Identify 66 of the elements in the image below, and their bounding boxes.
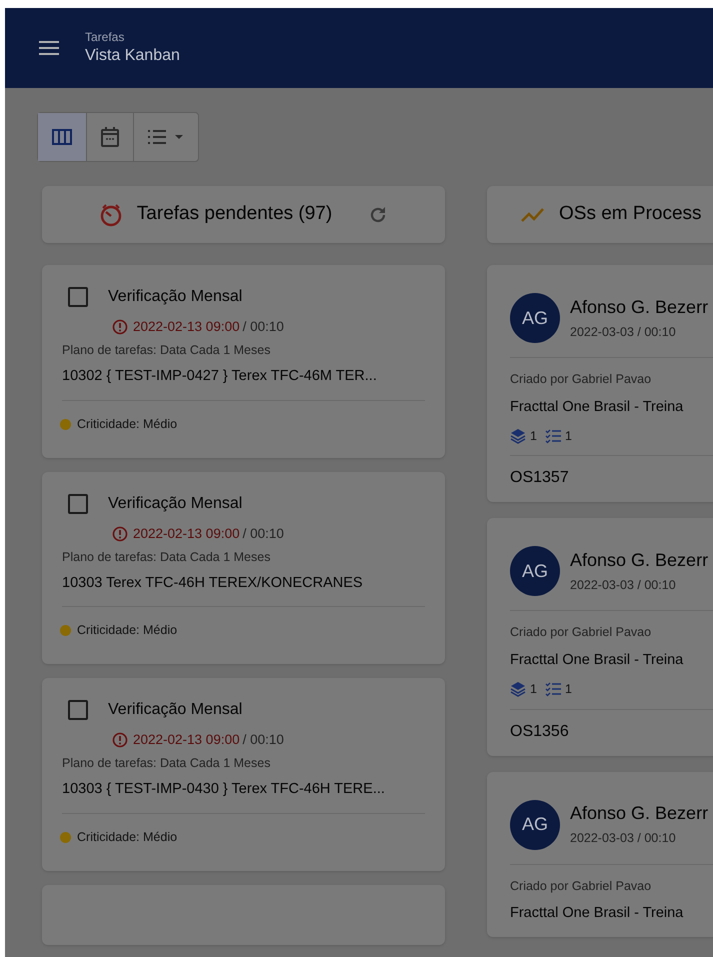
- task-card[interactable]: Verificação Mensal 2022-02-13 09:00 / 00:10 Plano de tarefas: Data Cada 1 Meses 10302 { TEST-IMP-0427 } Terex TFC-46M TER... Criticidade: Médio: [42, 265, 445, 458]
- checkbox[interactable]: [68, 494, 88, 514]
- checkbox[interactable]: [68, 287, 88, 307]
- alert-icon: [112, 526, 128, 542]
- list-icon: [148, 130, 184, 144]
- company-name: Fracttal One Brasil - Treina: [510, 398, 684, 417]
- company-name: Fracttal One Brasil - Treina: [510, 651, 684, 670]
- trend-line-icon: [521, 206, 545, 222]
- task-title: Verificação Mensal: [108, 287, 242, 307]
- work-order-card[interactable]: AG Afonso G. Bezerr 2022-03-03 / 00:10 Criado por Gabriel Pavao Fracttal One Brasil - Treina 1 1 OS1356: [487, 518, 713, 756]
- assignee-name: Afonso G. Bezerr: [570, 802, 708, 826]
- asset-count: 1: [530, 428, 537, 444]
- asset-name: 10302 { TEST-IMP-0427 } Terex TFC-46M TER...: [62, 367, 378, 386]
- alert-icon: [112, 732, 128, 748]
- work-order-date: 2022-03-03 / 00:10: [570, 830, 677, 848]
- task-plan: Plano de tarefas: Data Cada 1 Meses: [62, 548, 272, 566]
- duration: / 00:10: [242, 731, 284, 749]
- checklist-icon: [544, 681, 561, 698]
- duration: / 00:10: [242, 524, 284, 542]
- calendar-icon: [101, 127, 119, 147]
- page-title: Vista Kanban: [85, 46, 180, 66]
- task-plan: Plano de tarefas: Data Cada 1 Meses: [62, 755, 272, 772]
- checkbox[interactable]: [68, 700, 88, 720]
- column-title: OSs em Process: [559, 202, 702, 226]
- asset-name: 10303 Terex TFC-46H TEREX/KONECRANES: [62, 574, 364, 592]
- kanban-view-button[interactable]: [38, 113, 86, 161]
- work-order-code: OS1356: [510, 722, 570, 742]
- timer-icon: [98, 202, 123, 226]
- columns-icon: [52, 129, 72, 145]
- avatar: AG: [510, 800, 560, 850]
- task-title: Verificação Mensal: [108, 494, 242, 514]
- asset-count: 1: [530, 680, 537, 698]
- layers-icon: [510, 681, 526, 698]
- avatar: AG: [510, 293, 560, 343]
- avatar: AG: [510, 546, 560, 596]
- work-order-code: OS1357: [510, 468, 570, 488]
- criticality-label: Criticidade: Médio: [77, 622, 178, 640]
- assignee-name: Afonso G. Bezerr: [570, 548, 708, 572]
- criticality-label: Criticidade: Médio: [77, 416, 178, 433]
- task-title: Verificação Mensal: [108, 700, 242, 720]
- breadcrumb: Tarefas: [85, 29, 126, 45]
- criticality-label: Criticidade: Médio: [77, 828, 178, 846]
- created-by: Criado por Gabriel Pavao: [510, 624, 652, 642]
- due-date: 2022-02-13 09:00: [133, 318, 240, 336]
- asset-name: 10303 { TEST-IMP-0430 } Terex TFC-46H TERE...: [62, 780, 386, 799]
- menu-button[interactable]: [39, 41, 59, 55]
- company-name: Fracttal One Brasil - Treina: [510, 904, 684, 924]
- work-order-date: 2022-03-03 / 00:10: [570, 324, 677, 341]
- due-date: 2022-02-13 09:00: [133, 731, 240, 749]
- task-count: 1: [564, 428, 572, 444]
- alert-icon: [112, 319, 128, 336]
- task-card[interactable]: Verificação Mensal 2022-02-13 09:00 / 00:10 Plano de tarefas: Data Cada 1 Meses 10303 Terex TFC-46H TEREX/KONECRANES Criticidade: Médio: [42, 472, 445, 664]
- assignee-name: Afonso G. Bezerr: [570, 296, 708, 319]
- task-count: 1: [564, 680, 572, 698]
- due-date: 2022-02-13 09:00: [133, 524, 240, 542]
- duration: / 00:10: [242, 318, 284, 336]
- column-title: Tarefas pendentes (97): [136, 202, 332, 226]
- created-by: Criado por Gabriel Pavao: [510, 878, 652, 895]
- task-card[interactable]: Verificação Mensal 2022-02-13 09:00 / 00:10 Plano de tarefas: Data Cada 1 Meses 10303 { TEST-IMP-0430 } Terex TFC-46H TERE... Criticidade: Médio: [42, 678, 445, 870]
- work-order-card[interactable]: AG Afonso G. Bezerr 2022-03-03 / 00:10 Criado por Gabriel Pavao Fracttal One Brasil - Treina: [487, 772, 713, 937]
- created-by: Criado por Gabriel Pavao: [510, 371, 652, 388]
- work-order-card[interactable]: AG Afonso G. Bezerr 2022-03-03 / 00:10 Criado por Gabriel Pavao Fracttal One Brasil - Treina 1 1 OS1357: [487, 265, 713, 502]
- work-order-date: 2022-03-03 / 00:10: [570, 576, 677, 594]
- layers-icon: [510, 428, 526, 444]
- checklist-icon: [544, 428, 561, 444]
- task-plan: Plano de tarefas: Data Cada 1 Meses: [62, 342, 272, 360]
